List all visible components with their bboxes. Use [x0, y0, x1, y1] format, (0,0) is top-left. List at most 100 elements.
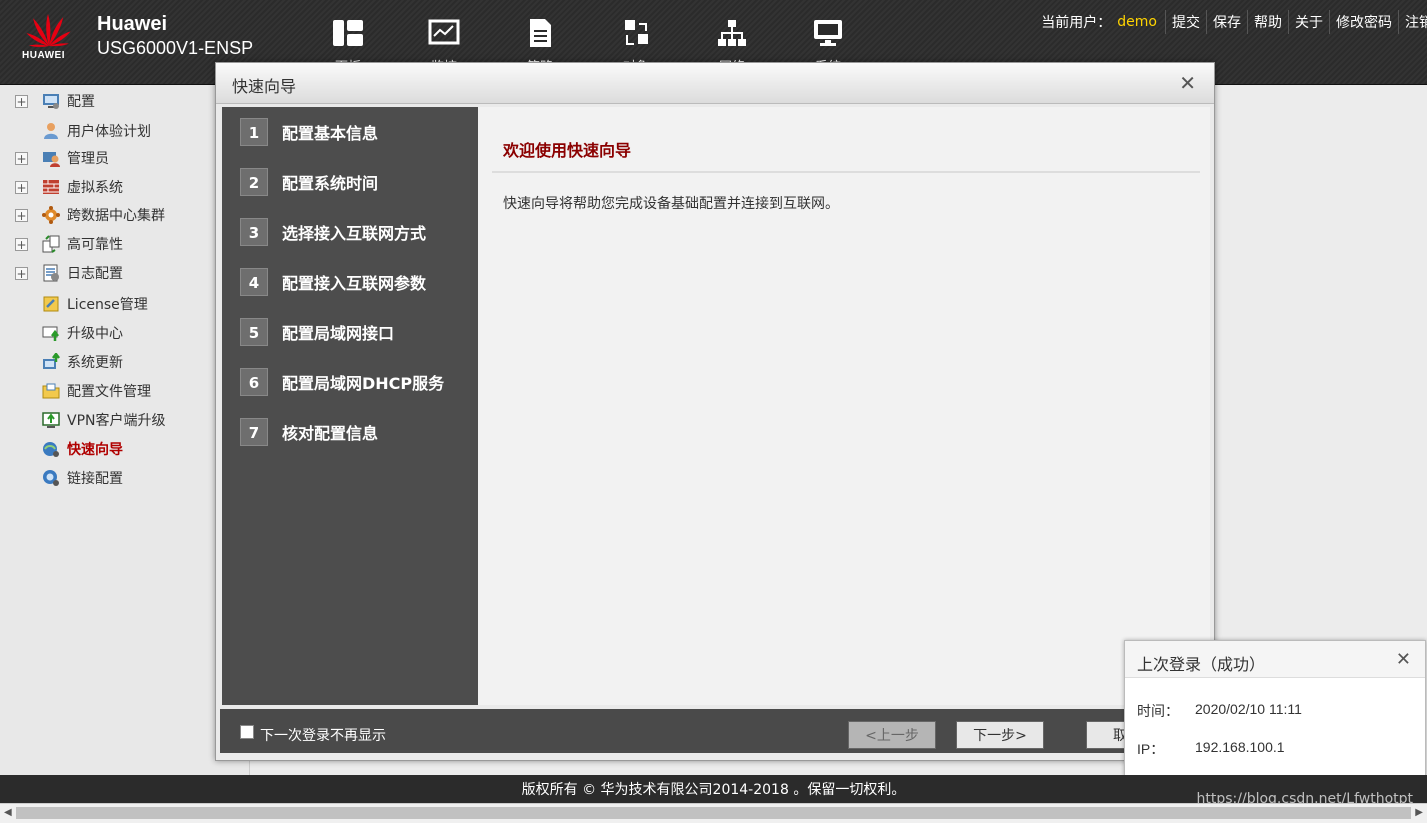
wizard-step[interactable]: 1 配置基本信息: [240, 117, 378, 147]
sidebar-item-label: 日志配置: [67, 266, 123, 282]
wizard-step[interactable]: 6 配置局域网DHCP服务: [240, 367, 444, 397]
sidebar-item-link-config[interactable]: 链接配置: [0, 465, 123, 491]
time-value: 2020/02/10 11:11: [1195, 701, 1302, 717]
sidebar-item-config-file[interactable]: 配置文件管理: [0, 378, 151, 404]
brand: Huawei USG6000V1-ENSP: [97, 12, 253, 60]
sidebar-item-virtual-system[interactable]: + 虚拟系统: [0, 174, 123, 200]
wizard-step[interactable]: 7 核对配置信息: [240, 417, 378, 447]
sidebar-item-system-update[interactable]: 系统更新: [0, 349, 123, 375]
sidebar-item-label: 链接配置: [67, 471, 123, 487]
prev-button[interactable]: <上一步: [848, 721, 936, 749]
expand-icon[interactable]: +: [15, 151, 28, 165]
sidebar-item-label: 用户体验计划: [67, 124, 151, 140]
horizontal-scrollbar[interactable]: ◀ ▶: [0, 803, 1427, 823]
sidebar-item-quick-wizard[interactable]: 快速向导: [0, 436, 123, 462]
sidebar-item-user-experience[interactable]: 用户体验计划: [0, 118, 151, 144]
sidebar-item-admin[interactable]: + 管理员: [0, 145, 109, 171]
step-label: 配置局域网接口: [282, 324, 395, 343]
sidebar-item-config[interactable]: + 配置: [0, 88, 95, 114]
wizard-step[interactable]: 2 配置系统时间: [240, 167, 378, 197]
ip-label: IP：: [1137, 741, 1165, 757]
sidebar-item-label: License管理: [67, 297, 148, 313]
about-link[interactable]: 关于: [1288, 10, 1329, 34]
scroll-thumb[interactable]: [16, 807, 1411, 819]
last-login-popup: 上次登录（成功） ✕ 时间： 2020/02/10 11:11 IP： 192.…: [1124, 640, 1426, 777]
expand-icon[interactable]: +: [15, 94, 28, 108]
sidebar-item-upgrade-center[interactable]: 升级中心: [0, 320, 123, 346]
step-label: 核对配置信息: [282, 424, 379, 443]
object-icon: [625, 20, 648, 45]
high-availability-icon: [42, 235, 60, 253]
step-label: 选择接入互联网方式: [282, 224, 427, 243]
folder-icon: [42, 383, 60, 399]
sidebar-item-cross-dc-cluster[interactable]: + 跨数据中心集群: [0, 202, 165, 228]
scroll-left-icon[interactable]: ◀: [4, 807, 12, 818]
close-icon[interactable]: ✕: [1396, 649, 1411, 670]
sidebar-item-log-config[interactable]: + 日志配置: [0, 260, 123, 286]
policy-icon: [530, 19, 551, 47]
step-number: 6: [240, 368, 268, 396]
wizard-steps: 1 配置基本信息 2 配置系统时间 3 选择接入互联网方式 4 配置接入互联网参数 5配…: [222, 107, 478, 705]
vpn-client-icon: [42, 412, 60, 428]
dashboard-icon: [333, 20, 363, 46]
cluster-icon: [42, 206, 60, 224]
sidebar-item-label: 快速向导: [67, 442, 123, 458]
wizard-step[interactable]: 3 选择接入互联网方式: [240, 217, 426, 247]
save-link[interactable]: 保存: [1206, 10, 1247, 34]
submit-link[interactable]: 提交: [1165, 10, 1206, 34]
popup-title: 上次登录（成功）: [1137, 655, 1266, 674]
step-number: 3: [240, 218, 268, 246]
sidebar-item-license[interactable]: License管理: [0, 291, 148, 317]
help-link[interactable]: 帮助: [1247, 10, 1288, 34]
copyright-text: 版权所有 © 华为技术有限公司2014-2018 。保留一切权利。: [521, 782, 906, 798]
virtual-system-icon: [43, 180, 59, 194]
expand-icon[interactable]: +: [15, 208, 28, 222]
logout-link[interactable]: 注销: [1398, 10, 1427, 34]
sidebar-item-label: 配置文件管理: [67, 384, 151, 400]
step-number: 1: [240, 118, 268, 146]
top-toolbar: 当前用户： demo 提交 保存 帮助 关于 修改密码 注销: [1041, 10, 1427, 34]
step-number: 5: [240, 318, 268, 346]
dialog-titlebar[interactable]: 快速向导 ✕: [216, 63, 1214, 104]
wizard-content: 欢迎使用快速向导 快速向导将帮助您完成设备基础配置并连接到互联网。: [478, 107, 1210, 705]
change-password-link[interactable]: 修改密码: [1329, 10, 1398, 34]
device-model: USG6000V1-ENSP: [97, 38, 254, 58]
sidebar-item-label: 系统更新: [67, 355, 123, 371]
user-experience-icon: [44, 123, 58, 139]
sidebar-item-label: 管理员: [67, 151, 109, 167]
step-label: 配置局域网DHCP服务: [282, 374, 445, 393]
sidebar-item-high-availability[interactable]: + 高可靠性: [0, 231, 123, 257]
config-icon: [43, 94, 59, 109]
system-icon: [814, 20, 842, 46]
license-icon: [43, 296, 59, 312]
popup-header: 上次登录（成功） ✕: [1125, 641, 1425, 678]
step-label: 配置接入互联网参数: [282, 274, 427, 293]
wizard-step[interactable]: 4 配置接入互联网参数: [240, 267, 426, 297]
sidebar-item-label: 高可靠性: [67, 237, 123, 253]
time-label: 时间：: [1137, 703, 1179, 719]
quick-wizard-icon: [43, 442, 59, 457]
current-user-label: 当前用户：: [1041, 15, 1112, 31]
next-button[interactable]: 下一步>: [956, 721, 1044, 749]
current-user: demo: [1117, 14, 1157, 30]
link-config-icon: [43, 470, 59, 486]
expand-icon[interactable]: +: [15, 180, 28, 194]
sidebar-item-vpn-client-upgrade[interactable]: VPN客户端升级: [0, 407, 166, 433]
dont-show-checkbox[interactable]: [240, 725, 254, 739]
content-title: 欢迎使用快速向导: [503, 141, 632, 160]
network-icon: [718, 20, 746, 46]
ip-value: 192.168.100.1: [1195, 739, 1285, 755]
scroll-right-icon[interactable]: ▶: [1415, 807, 1423, 818]
expand-icon[interactable]: +: [15, 266, 28, 280]
dialog-footer: 下一次登录不再显示 <上一步 下一步> 取消: [220, 709, 1210, 753]
dialog-title: 快速向导: [232, 77, 297, 96]
expand-icon[interactable]: +: [15, 237, 28, 251]
step-label: 配置基本信息: [282, 124, 379, 143]
wizard-step[interactable]: 5 配置局域网接口: [240, 317, 394, 347]
admin-icon: [43, 152, 60, 167]
dont-show-label: 下一次登录不再显示: [260, 728, 386, 744]
close-icon[interactable]: ✕: [1179, 71, 1196, 95]
system-update-icon: [43, 353, 60, 369]
sidebar-item-label: 配置: [67, 94, 95, 110]
sidebar-item-label: 虚拟系统: [67, 180, 123, 196]
